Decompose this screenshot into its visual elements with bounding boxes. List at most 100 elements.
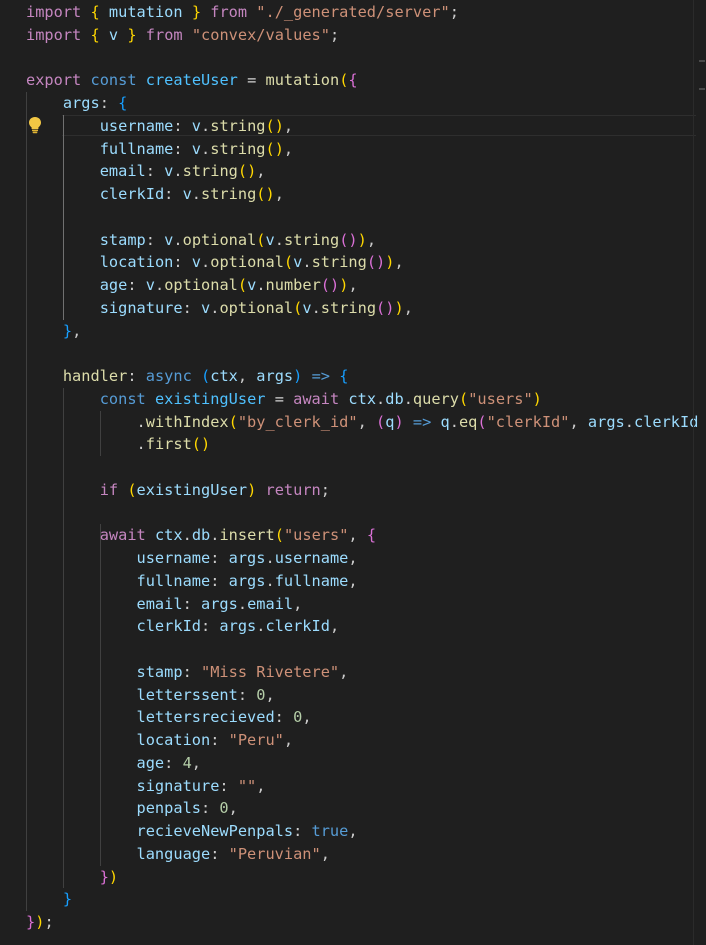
code-line[interactable]: fullname: v.string(), (26, 138, 293, 160)
code-token: ) (108, 867, 119, 886)
code-token: { (366, 526, 377, 545)
code-token: return (265, 480, 321, 499)
code-line[interactable]: }, (26, 320, 81, 342)
code-line[interactable]: import { v } from "convex/values"; (26, 24, 339, 46)
code-token: , (366, 230, 377, 249)
code-line[interactable]: location: v.optional(v.string()), (26, 251, 404, 273)
code-token: string (210, 139, 266, 158)
code-token: email (99, 162, 146, 181)
code-line[interactable]: .withIndex("by_clerk_id", (q) => q.eq("c… (26, 411, 699, 433)
code-token: : (173, 139, 192, 158)
code-line[interactable]: email: args.email, (26, 593, 303, 615)
code-token: , (329, 617, 340, 636)
code-token: args (228, 571, 266, 590)
code-line[interactable]: import { mutation } from "./_generated/s… (26, 1, 459, 23)
code-line[interactable]: fullname: args.fullname, (26, 570, 358, 592)
code-token: . (624, 412, 634, 431)
code-line[interactable]: if (existingUser) return; (26, 479, 330, 501)
code-token: ) (293, 367, 303, 385)
code-line[interactable]: lettersrecieved: 0, (26, 706, 312, 728)
code-token: () (265, 139, 284, 158)
overview-ruler[interactable] (693, 0, 694, 945)
code-line[interactable]: penpals: 0, (26, 797, 238, 819)
code-line[interactable]: await ctx.db.insert("users", { (26, 524, 376, 546)
code-token: "Peruvian" (228, 844, 321, 863)
code-line[interactable]: username: v.string(), (26, 115, 293, 137)
code-line[interactable]: clerkId: v.string(), (26, 183, 284, 205)
code-line[interactable]: location: "Peru", (26, 729, 294, 751)
lightbulb-icon[interactable] (28, 116, 42, 134)
code-token: . (311, 298, 321, 317)
code-token: ( (228, 412, 238, 431)
code-line[interactable]: }) (26, 866, 118, 888)
code-token: ctx (210, 367, 238, 385)
code-line[interactable]: clerkId: args.clerkId, (26, 615, 340, 637)
code-token: clerkId (265, 617, 330, 636)
code-token: fullname (274, 571, 349, 590)
code-token: "" (237, 776, 257, 795)
code-line[interactable]: .first() (26, 433, 211, 455)
code-line[interactable]: username: args.username, (26, 547, 358, 569)
code-line[interactable]: email: v.string(), (26, 160, 266, 182)
code-token: . (201, 116, 211, 135)
code-token: . (376, 389, 386, 408)
code-token: true (311, 822, 349, 840)
code-token: . (237, 594, 248, 613)
code-line[interactable]: recieveNewPenpals: true, (26, 820, 358, 842)
code-token: stamp (99, 230, 146, 249)
code-line[interactable]: }); (26, 911, 54, 933)
code-line[interactable]: signature: "", (26, 775, 266, 797)
code-token: { (348, 71, 358, 90)
code-line[interactable]: args: { (26, 92, 127, 114)
code-token: ( (283, 253, 294, 272)
code-token: , (72, 321, 82, 340)
code-line[interactable]: stamp: "Miss Rivetere", (26, 661, 349, 683)
code-token: letterssent (136, 685, 238, 704)
code-token: v (99, 25, 128, 44)
code-token: mutation (99, 3, 192, 21)
code-token: , (191, 753, 202, 772)
code-token: ctx (154, 526, 183, 545)
code-token: . (173, 230, 183, 249)
code-token: ( (274, 526, 284, 545)
code-line[interactable]: signature: v.optional(v.string()), (26, 297, 413, 319)
code-token: , (357, 412, 376, 431)
code-editor[interactable]: import { mutation } from "./_generated/s… (0, 0, 706, 945)
code-token: q (440, 412, 450, 431)
code-line[interactable]: const existingUser = await ctx.db.query(… (26, 388, 542, 410)
code-line[interactable]: language: "Peruvian", (26, 843, 330, 865)
code-token: age (136, 753, 165, 772)
code-token: async (145, 367, 192, 385)
code-line[interactable]: handler: async (ctx, args) => { (26, 365, 349, 387)
code-token: : (173, 116, 192, 135)
code-token: : (164, 753, 183, 772)
code-token: "convex/values" (191, 25, 330, 44)
code-token: ( (376, 412, 386, 431)
code-token: : (145, 230, 165, 249)
code-line[interactable]: stamp: v.optional(v.string()), (26, 229, 376, 251)
code-line[interactable]: letterssent: 0, (26, 684, 275, 706)
code-token: , (256, 162, 266, 181)
code-token: await (99, 526, 146, 545)
code-token: v (145, 276, 155, 294)
code-token: , (237, 367, 257, 385)
code-token: : (200, 617, 220, 636)
code-line[interactable]: } (26, 888, 72, 910)
code-token: : (145, 162, 165, 181)
code-token: ( (127, 480, 137, 499)
code-line[interactable]: age: 4, (26, 752, 202, 774)
code-line[interactable]: export const createUser = mutation({ (26, 69, 358, 91)
code-area[interactable]: import { mutation } from "./_generated/s… (26, 0, 698, 945)
code-line[interactable]: age: v.optional(v.number()), (26, 274, 358, 296)
code-token: , (293, 594, 303, 613)
